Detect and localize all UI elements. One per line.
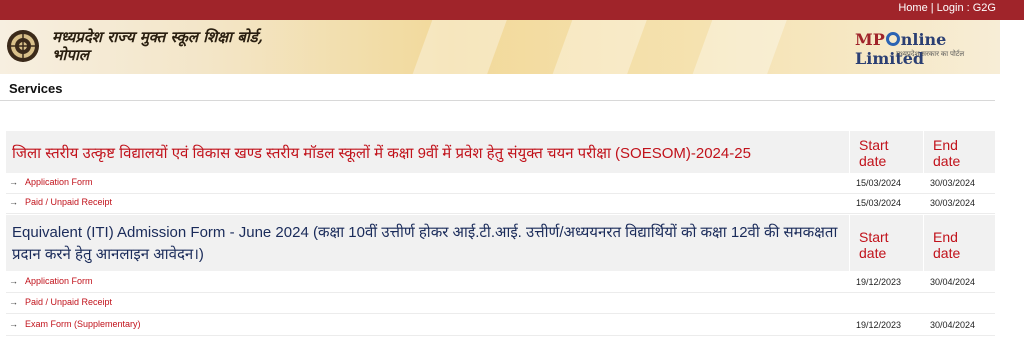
start-date: 19/12/2023	[856, 277, 902, 287]
end-date-header: End date	[933, 229, 961, 261]
arrow-right-icon: →	[9, 319, 18, 329]
end-date-header: End date	[933, 137, 961, 169]
arrow-right-icon: →	[9, 297, 18, 307]
arrow-right-icon: →	[9, 177, 18, 187]
exam-form-link[interactable]: Exam Form (Supplementary)	[25, 319, 141, 329]
arrow-right-icon: →	[9, 197, 18, 207]
top-links: Home | Login : G2G	[898, 2, 996, 14]
column-divider	[923, 215, 924, 271]
board-name-line2: भोपाल	[52, 46, 90, 64]
board-emblem-icon	[7, 30, 39, 62]
board-name: मध्यप्रदेश राज्य मुक्त स्कूल शिक्षा बोर्…	[52, 28, 263, 64]
application-form-link[interactable]: Application Form	[25, 177, 93, 187]
banner-decoration	[401, 20, 509, 74]
mponline-logo: MP nline Limited	[855, 30, 1000, 68]
header-banner: मध्यप्रदेश राज्य मुक्त स्कूल शिक्षा बोर्…	[0, 20, 1000, 74]
application-form-link[interactable]: Application Form	[25, 276, 93, 286]
end-date: 30/04/2024	[930, 320, 976, 330]
home-link[interactable]: Home	[898, 2, 927, 14]
table-row: → Application Form 19/12/2023 30/04/2024	[6, 273, 995, 293]
section-heading-soesom: जिला स्तरीय उत्कृष्ट विद्यालयों एवं विका…	[12, 145, 751, 162]
banner-decoration	[681, 20, 789, 74]
top-links-separator: |	[930, 2, 934, 14]
start-date: 19/12/2023	[856, 320, 902, 330]
start-date: 15/03/2024	[856, 178, 902, 188]
mponline-logo-mp: MP	[855, 30, 885, 49]
table-row: → Paid / Unpaid Receipt 15/03/2024 30/03…	[6, 194, 995, 214]
mponline-tagline: मध्यप्रदेश सरकार का पोर्टल	[896, 51, 965, 58]
start-date-header: Start date	[859, 137, 889, 169]
page-title: Services	[9, 81, 63, 96]
column-divider	[849, 131, 850, 173]
banner-decoration	[541, 20, 649, 74]
mponline-o-icon	[885, 32, 900, 46]
column-divider	[849, 215, 850, 271]
column-divider	[923, 131, 924, 173]
section-heading-line2: प्रदान करने हेतु आनलाइन आवेदन।)	[12, 246, 204, 263]
top-nav-bar: Home | Login : G2G	[0, 0, 1024, 20]
end-date: 30/03/2024	[930, 198, 976, 208]
board-name-line1: मध्यप्रदेश राज्य मुक्त स्कूल शिक्षा बोर्…	[52, 28, 263, 46]
start-date-header: Start date	[859, 229, 889, 261]
table-row: → Exam Form (Supplementary) 19/12/2023 3…	[6, 316, 995, 336]
end-date: 30/04/2024	[930, 277, 976, 287]
title-divider	[0, 100, 995, 101]
arrow-right-icon: →	[9, 276, 18, 286]
section-heading-iti: Equivalent (ITI) Admission Form - June 2…	[12, 222, 847, 266]
table-row: → Application Form 15/03/2024 30/03/2024	[6, 174, 995, 194]
end-date: 30/03/2024	[930, 178, 976, 188]
receipt-link[interactable]: Paid / Unpaid Receipt	[25, 297, 112, 307]
table-row: → Paid / Unpaid Receipt	[6, 294, 995, 314]
login-link[interactable]: Login : G2G	[937, 2, 996, 14]
section-heading-line1: Equivalent (ITI) Admission Form - June 2…	[12, 224, 838, 241]
start-date: 15/03/2024	[856, 198, 902, 208]
receipt-link[interactable]: Paid / Unpaid Receipt	[25, 197, 112, 207]
